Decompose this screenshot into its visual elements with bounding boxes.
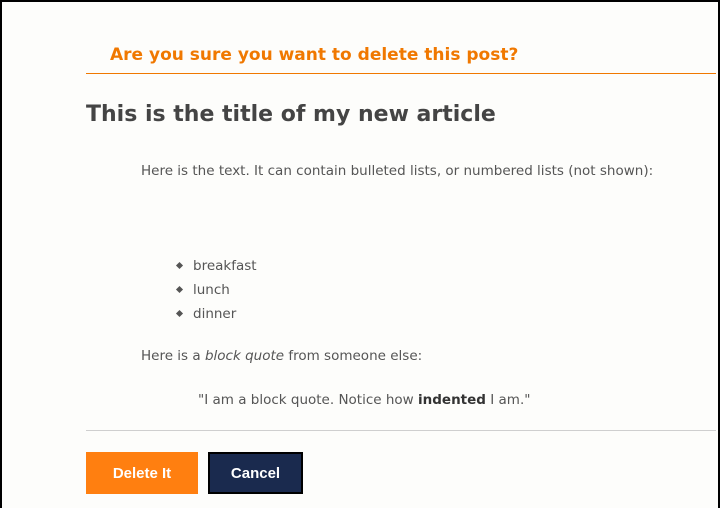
divider <box>86 430 716 431</box>
quote-intro-emphasis: block quote <box>204 348 285 364</box>
block-quote: "I am a block quote. Notice how indented… <box>198 392 530 408</box>
quote-intro-text-end: from someone else: <box>284 348 423 364</box>
bullet-icon <box>175 285 184 294</box>
list-item-label: dinner <box>193 306 237 322</box>
block-quote-text-end: I am." <box>485 392 531 408</box>
list-item: dinner <box>175 302 257 326</box>
delete-button[interactable]: Delete It <box>86 452 198 494</box>
block-quote-bold: indented <box>418 392 486 408</box>
block-quote-text: "I am a block quote. Notice how <box>198 392 419 408</box>
dialog-frame: Are you sure you want to delete this pos… <box>0 0 720 508</box>
list-item: lunch <box>175 278 257 302</box>
quote-intro-text: Here is a <box>141 348 205 364</box>
article-intro: Here is the text. It can contain bullete… <box>141 163 654 179</box>
quote-intro: Here is a block quote from someone else: <box>141 346 711 367</box>
list-item-label: lunch <box>193 282 230 298</box>
bullet-icon <box>175 309 184 318</box>
cancel-button[interactable]: Cancel <box>208 452 303 494</box>
confirm-heading: Are you sure you want to delete this pos… <box>86 42 716 74</box>
list-item-label: breakfast <box>193 258 257 274</box>
article-title: This is the title of my new article <box>86 102 496 127</box>
list-item: breakfast <box>175 254 257 278</box>
bullet-icon <box>175 261 184 270</box>
bulleted-list: breakfast lunch dinner <box>175 254 257 326</box>
